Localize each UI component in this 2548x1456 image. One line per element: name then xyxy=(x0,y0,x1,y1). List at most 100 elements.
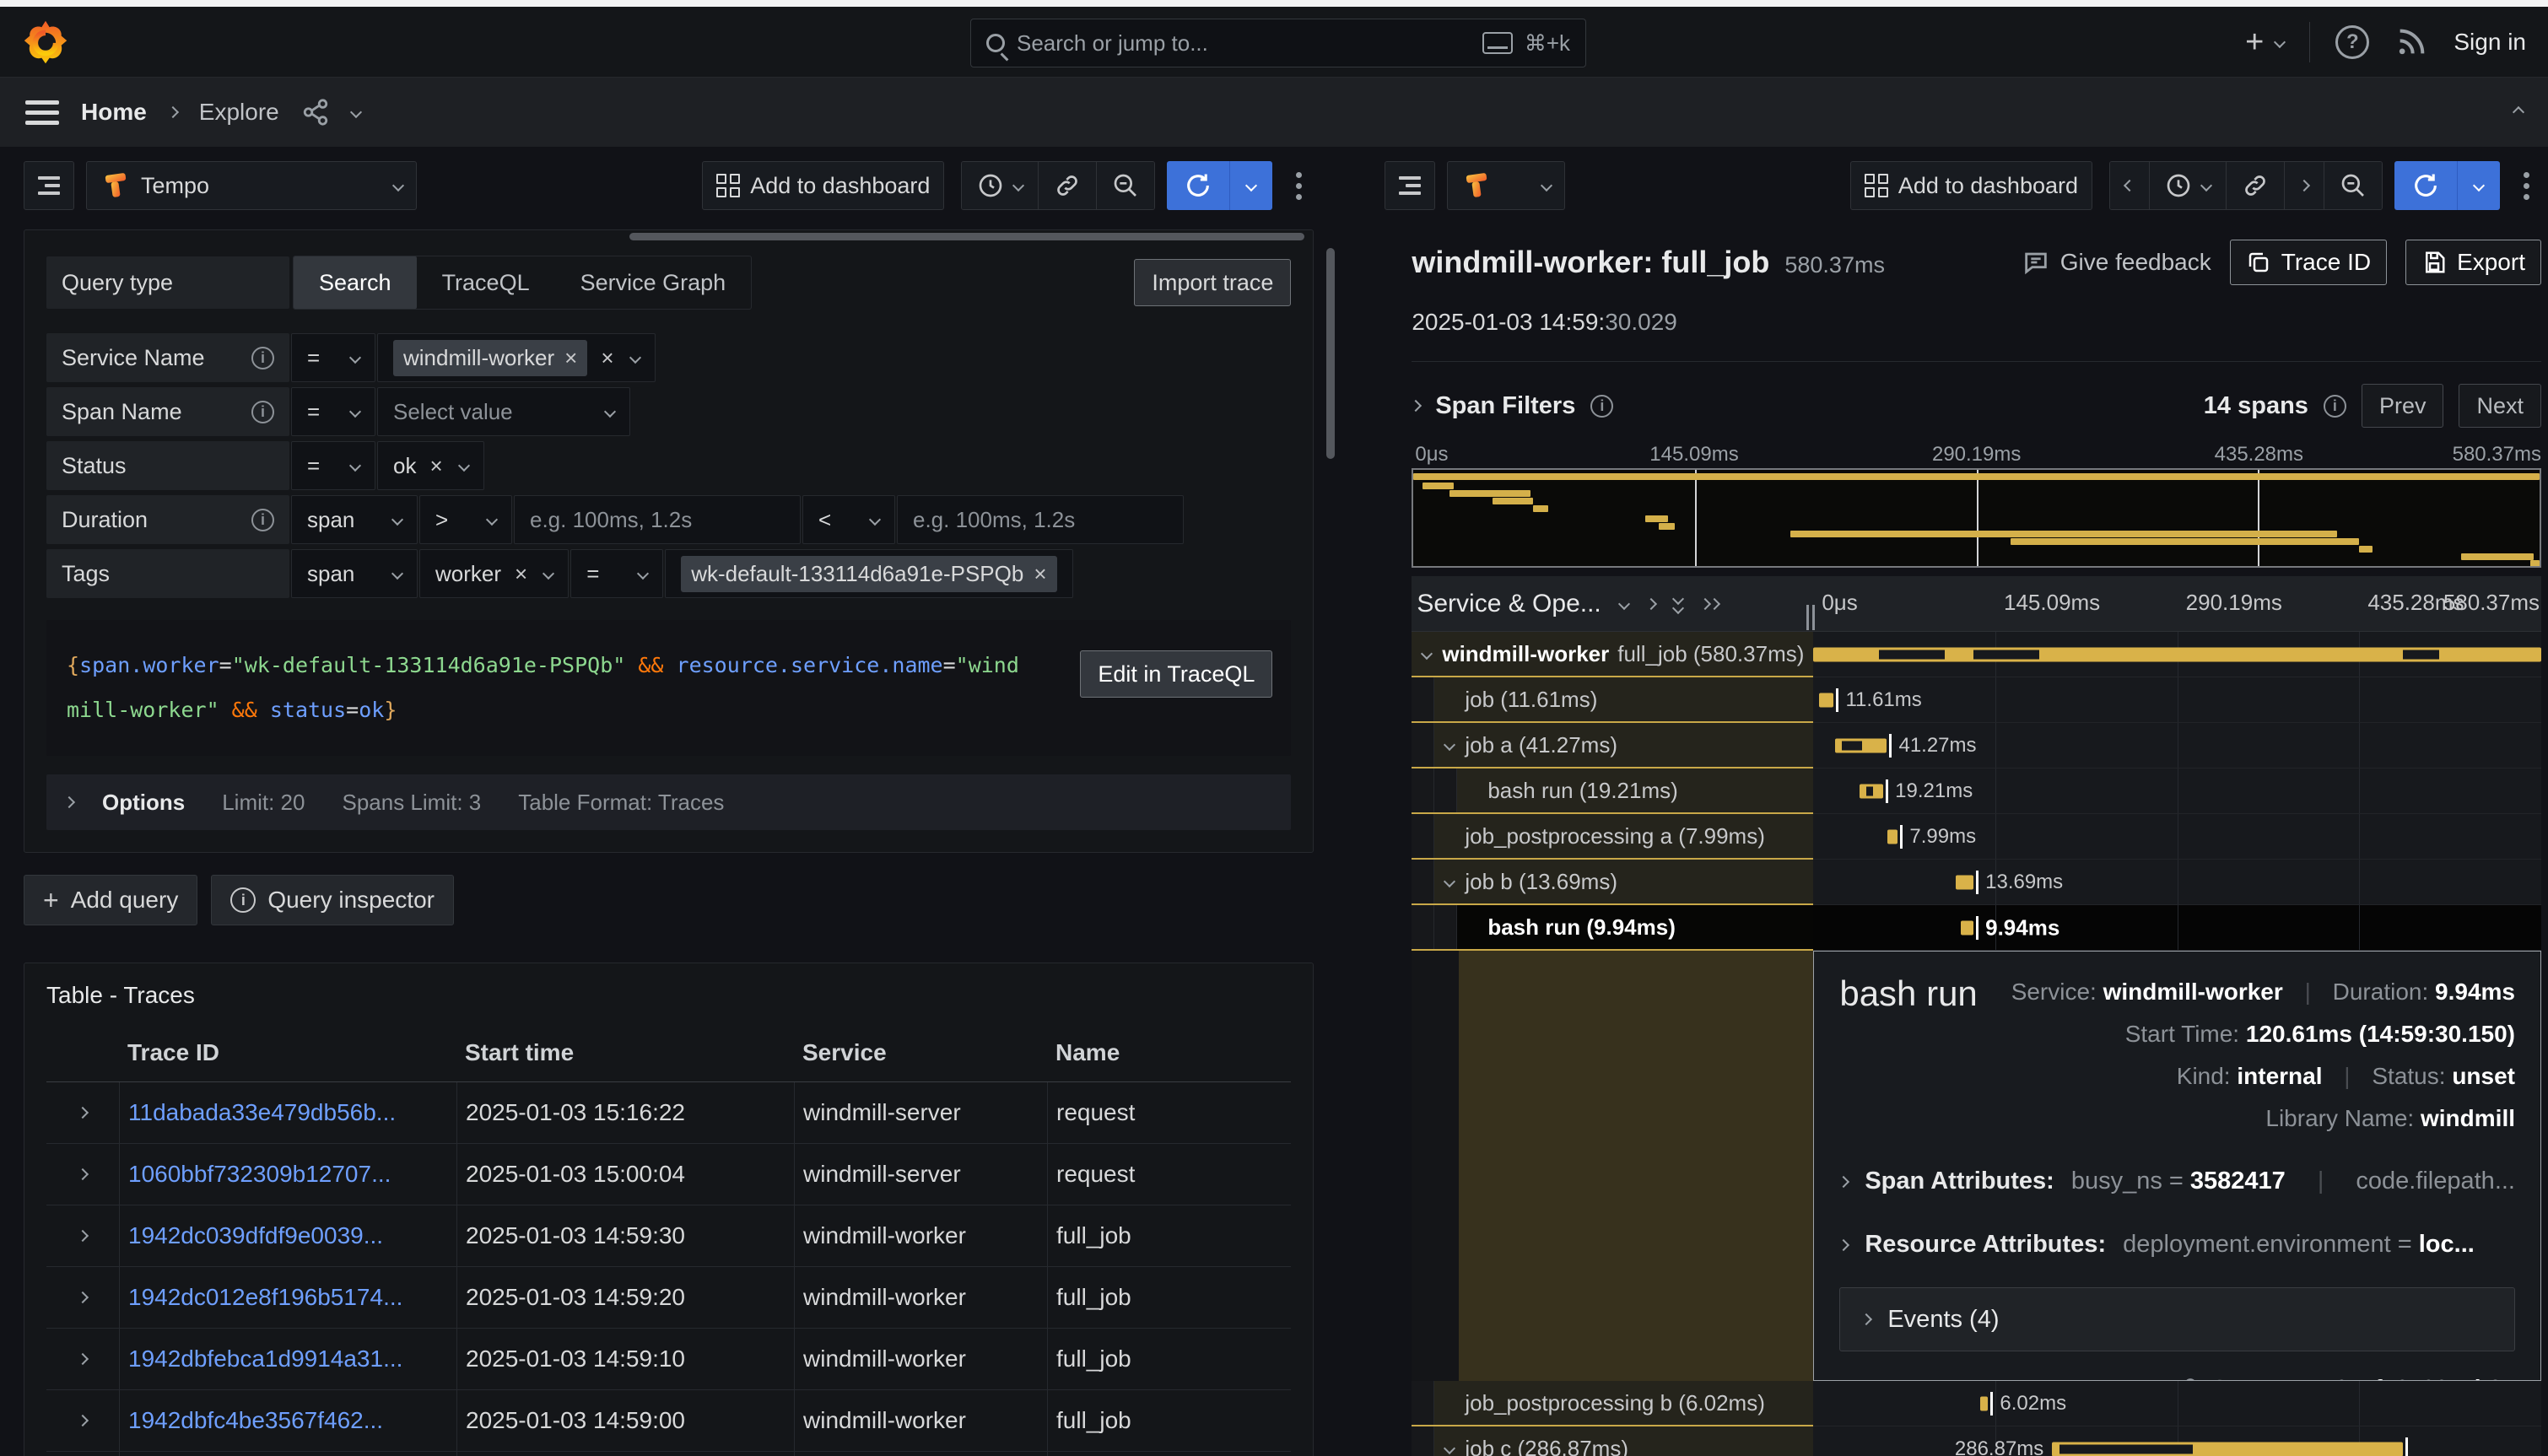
copy-link-button-right[interactable] xyxy=(2227,162,2285,209)
span-duration-bar[interactable] xyxy=(1980,1396,1988,1410)
resource-attributes-row[interactable]: Resource Attributes: deployment.environm… xyxy=(1839,1231,2515,1259)
row-expand-icon[interactable] xyxy=(77,1353,89,1365)
remove-icon[interactable] xyxy=(564,345,577,371)
collapse-icon[interactable] xyxy=(1444,876,1455,887)
col-service[interactable]: Service xyxy=(794,1039,1047,1066)
collapse-panel-icon[interactable] xyxy=(2513,106,2524,118)
trace-id-link[interactable]: 1942dc012e8f196b5174... xyxy=(128,1284,402,1311)
col-trace-id[interactable]: Trace ID xyxy=(119,1039,456,1066)
span-duration-bar[interactable] xyxy=(1813,647,2541,661)
span-duration-bar[interactable] xyxy=(1961,920,1973,935)
span-row[interactable]: job (11.61ms)11.61ms xyxy=(1412,677,2541,723)
sign-in-button[interactable]: Sign in xyxy=(2454,29,2526,56)
table-row[interactable]: 1942dc039dfdf9e0039...2025-01-03 14:59:3… xyxy=(46,1205,1291,1267)
table-row[interactable]: 1942dbf9d9fa6108d0d1...2025-01-03 14:58:… xyxy=(46,1452,1291,1456)
time-picker-button-right[interactable] xyxy=(2150,162,2227,209)
export-button[interactable]: Export xyxy=(2405,240,2541,285)
span-name-operator-select[interactable]: = xyxy=(291,387,375,436)
events-row[interactable]: Events (4) xyxy=(1839,1287,2515,1351)
run-query-interval-button[interactable] xyxy=(1229,161,1272,210)
span-filters-expand-icon[interactable] xyxy=(1410,400,1422,412)
table-row[interactable]: 11dabada33e479db56b...2025-01-03 15:16:2… xyxy=(46,1082,1291,1144)
duration-max-input[interactable]: e.g. 100ms, 1.2s xyxy=(897,495,1184,544)
span-row[interactable]: bash run (19.21ms)19.21ms xyxy=(1412,768,2541,814)
table-row[interactable]: 1942dc012e8f196b5174...2025-01-03 14:59:… xyxy=(46,1267,1291,1329)
service-operation-column-header[interactable]: Service & Ope... xyxy=(1417,590,1601,618)
col-start-time[interactable]: Start time xyxy=(456,1039,794,1066)
span-duration-bar[interactable] xyxy=(2052,1442,2403,1456)
zoom-out-button[interactable] xyxy=(1097,162,1154,209)
zoom-out-button-right[interactable] xyxy=(2324,162,2382,209)
span-duration-bar[interactable] xyxy=(1956,875,1973,889)
tab-search[interactable]: Search xyxy=(294,256,417,309)
duration-gt-select[interactable]: > xyxy=(419,495,512,544)
trace-id-link[interactable]: 1942dc039dfdf9e0039... xyxy=(128,1222,383,1249)
span-row[interactable]: job_postprocessing a (7.99ms)7.99ms xyxy=(1412,814,2541,860)
span-row[interactable]: job a (41.27ms)41.27ms xyxy=(1412,723,2541,768)
row-expand-icon[interactable] xyxy=(77,1168,89,1180)
breadcrumb-explore[interactable]: Explore xyxy=(199,99,279,126)
tab-service-graph[interactable]: Service Graph xyxy=(555,256,752,309)
span-duration-bar[interactable] xyxy=(1835,738,1887,752)
datasource-picker-right[interactable] xyxy=(1447,161,1565,210)
table-row[interactable]: 1942dbfc4be3567f462...2025-01-03 14:59:0… xyxy=(46,1390,1291,1452)
run-query-button[interactable] xyxy=(1167,161,1229,210)
trace-id-link[interactable]: 1060bbf732309b12707... xyxy=(128,1161,391,1188)
chevron-right-icon[interactable] xyxy=(1645,597,1657,609)
service-name-operator-select[interactable]: = xyxy=(291,333,375,382)
span-duration-bar[interactable] xyxy=(1860,784,1883,798)
span-row[interactable]: job_postprocessing b (6.02ms)6.02ms xyxy=(1412,1381,2541,1426)
tags-key-select[interactable]: worker xyxy=(419,549,569,598)
service-name-value-select[interactable]: windmill-worker xyxy=(377,333,656,382)
span-attributes-row[interactable]: Span Attributes: busy_ns = 3582417 | cod… xyxy=(1839,1167,2515,1195)
add-to-dashboard-button[interactable]: Add to dashboard xyxy=(702,161,944,210)
row-expand-icon[interactable] xyxy=(77,1230,89,1242)
span-row[interactable]: job b (13.69ms)13.69ms xyxy=(1412,860,2541,905)
query-inspector-button[interactable]: Query inspector xyxy=(211,875,454,925)
add-query-button[interactable]: + Add query xyxy=(24,875,197,925)
trace-id-link[interactable]: 11dabada33e479db56b... xyxy=(128,1099,396,1126)
span-row[interactable]: job c (286.87ms)286.87ms xyxy=(1412,1426,2541,1456)
duration-min-input[interactable]: e.g. 100ms, 1.2s xyxy=(514,495,801,544)
span-row[interactable]: bash run (9.94ms)9.94ms xyxy=(1412,905,2541,951)
next-button[interactable]: Next xyxy=(2459,384,2541,428)
minimap-canvas[interactable] xyxy=(1412,468,2541,568)
datasource-picker[interactable]: Tempo xyxy=(86,161,417,210)
collapse-icon[interactable] xyxy=(1444,1443,1455,1454)
edit-in-traceql-button[interactable]: Edit in TraceQL xyxy=(1080,650,1272,698)
new-menu-button[interactable]: + xyxy=(2245,26,2284,58)
run-query-interval-button-right[interactable] xyxy=(2457,161,2500,210)
add-to-dashboard-button-right[interactable]: Add to dashboard xyxy=(1850,161,2092,210)
tags-value-select[interactable]: wk-default-133114d6a91e-PSPQb xyxy=(665,549,1072,598)
expand-all-icon[interactable] xyxy=(1674,595,1682,612)
trace-id-link[interactable]: 1942dbfc4be3567f462... xyxy=(128,1407,383,1434)
left-pane-scrollbar[interactable] xyxy=(1324,147,1337,1456)
give-feedback-button[interactable]: Give feedback xyxy=(2022,248,2211,277)
prev-button[interactable]: Prev xyxy=(2362,384,2444,428)
link-icon[interactable] xyxy=(2173,1375,2200,1381)
tab-traceql[interactable]: TraceQL xyxy=(417,256,555,309)
menu-toggle-icon[interactable] xyxy=(25,100,59,125)
query-outline-button-right[interactable] xyxy=(1385,161,1435,210)
time-picker-button[interactable] xyxy=(962,162,1039,209)
collapse-all-icon[interactable] xyxy=(1701,600,1719,608)
row-expand-icon[interactable] xyxy=(77,1292,89,1303)
remove-icon[interactable] xyxy=(429,453,442,479)
table-row[interactable]: 1060bbf732309b12707...2025-01-03 15:00:0… xyxy=(46,1144,1291,1205)
collapse-icon[interactable] xyxy=(1444,739,1455,751)
duration-lt-select[interactable]: < xyxy=(802,495,895,544)
chevron-down-icon[interactable] xyxy=(1618,597,1630,609)
horizontal-scrollbar[interactable] xyxy=(629,233,1304,240)
share-icon[interactable] xyxy=(301,98,330,127)
row-expand-icon[interactable] xyxy=(77,1107,89,1119)
span-duration-bar[interactable] xyxy=(1819,693,1833,707)
duration-scope-select[interactable]: span xyxy=(291,495,418,544)
tags-scope-select[interactable]: span xyxy=(291,549,418,598)
help-icon[interactable] xyxy=(2335,25,2369,59)
status-value-select[interactable]: ok xyxy=(377,441,484,490)
more-options-icon[interactable] xyxy=(1284,172,1314,200)
remove-icon[interactable] xyxy=(1034,561,1046,587)
more-options-icon[interactable] xyxy=(2512,172,2541,200)
breadcrumb-chevron-icon[interactable] xyxy=(350,106,362,118)
row-expand-icon[interactable] xyxy=(77,1415,89,1426)
